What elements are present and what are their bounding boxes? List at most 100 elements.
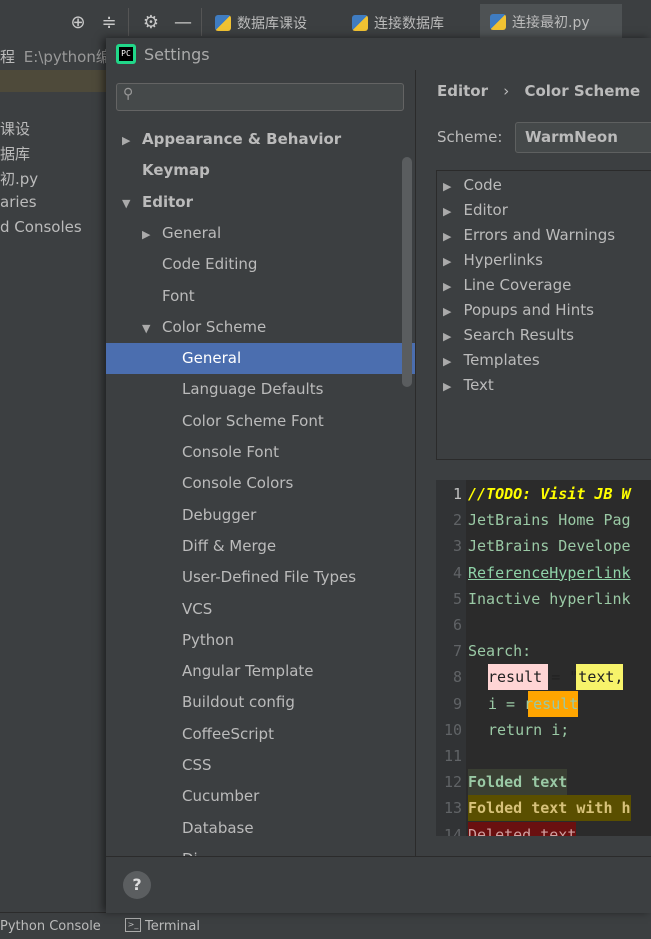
tree-item-label: User-Defined File Types bbox=[182, 568, 357, 587]
line-number: 8 bbox=[452, 668, 462, 687]
dialog-title: Settings bbox=[144, 44, 210, 64]
scheme-category-item[interactable]: ▶ Popups and Hints bbox=[443, 298, 594, 323]
tree-scrollbar[interactable] bbox=[402, 157, 412, 387]
tree-item[interactable]: Language Defaults bbox=[106, 374, 415, 405]
expand-down-icon[interactable]: ▼ bbox=[142, 313, 158, 344]
scheme-category-list: ▶ Code ▶ Editor ▶ Errors and Warnings ▶ Hyperli… bbox=[436, 170, 651, 460]
expand-down-icon[interactable]: ▼ bbox=[122, 188, 138, 219]
scheme-category-label: Search Results bbox=[463, 326, 574, 344]
line-number: 2 bbox=[452, 511, 462, 530]
editor-tab[interactable]: 数据库课设 bbox=[205, 4, 340, 42]
gear-icon[interactable]: ⚙ bbox=[140, 12, 162, 34]
project-item[interactable]: 初.py bbox=[0, 168, 38, 189]
crosshair-icon[interactable]: ⊕ bbox=[67, 12, 89, 34]
scheme-category-label: Templates bbox=[463, 351, 540, 369]
tree-item[interactable]: Debugger bbox=[106, 500, 415, 531]
expand-right-icon[interactable]: ▶ bbox=[443, 205, 451, 218]
line-number: 10 bbox=[443, 720, 462, 739]
toolbar-separator bbox=[128, 8, 129, 36]
tree-item[interactable]: ▶ Appearance & Behavior bbox=[106, 124, 415, 155]
scheme-category-item[interactable]: ▶ Line Coverage bbox=[443, 273, 571, 298]
breadcrumb-item[interactable]: Color Scheme bbox=[524, 82, 640, 100]
tree-item[interactable]: Python bbox=[106, 625, 415, 656]
tree-item[interactable]: Database bbox=[106, 813, 415, 844]
tree-item-label: Code Editing bbox=[162, 255, 258, 274]
preview-code-line: //TODO: Visit JB W bbox=[468, 485, 631, 503]
project-path-prefix: 程 bbox=[0, 48, 16, 66]
minimize-icon[interactable]: — bbox=[172, 12, 194, 34]
expand-right-icon[interactable]: ▶ bbox=[443, 355, 451, 368]
settings-search-input[interactable]: ⚲ bbox=[116, 83, 404, 111]
preview-code-line: Folded text bbox=[468, 769, 568, 796]
settings-dialog: PC Settings ⚲ ▶ Appearance & Behavior Keym… bbox=[106, 38, 651, 913]
tab-label: 数据库课设 bbox=[237, 16, 307, 32]
expand-right-icon[interactable]: ▶ bbox=[443, 380, 451, 393]
expand-right-icon[interactable]: ▶ bbox=[443, 280, 451, 293]
line-number-gutter: 1 2 3 4 5 6 7 8 9 10 11 12 13 14 bbox=[436, 480, 466, 836]
scheme-category-item[interactable]: ▶ Text bbox=[443, 373, 494, 398]
tree-item[interactable]: Console Colors bbox=[106, 468, 415, 499]
project-item[interactable]: aries bbox=[0, 193, 37, 211]
tree-item[interactable]: Font bbox=[106, 281, 415, 312]
pycharm-logo-icon: PC bbox=[116, 44, 136, 64]
tree-item[interactable]: Buildout config bbox=[106, 687, 415, 718]
tree-item-label: Console Colors bbox=[182, 474, 294, 493]
line-number: 13 bbox=[443, 799, 462, 818]
tree-item[interactable]: Code Editing bbox=[106, 249, 415, 280]
scheme-category-item[interactable]: ▶ Templates bbox=[443, 348, 540, 373]
tree-item[interactable]: ▶ General bbox=[106, 218, 415, 249]
line-number: 11 bbox=[443, 747, 462, 765]
dialog-titlebar[interactable]: PC Settings bbox=[106, 38, 651, 70]
editor-tab-active[interactable]: 连接最初.py bbox=[480, 4, 622, 42]
tree-item-label: Appearance & Behavior bbox=[142, 130, 342, 148]
expand-right-icon[interactable]: ▶ bbox=[443, 180, 451, 193]
collapse-icon[interactable]: ≑ bbox=[98, 12, 120, 34]
expand-right-icon[interactable]: ▶ bbox=[443, 255, 451, 268]
tree-item[interactable]: Cucumber bbox=[106, 781, 415, 812]
tree-item[interactable]: Diff & Merge bbox=[106, 531, 415, 562]
line-number: 14 bbox=[443, 825, 462, 836]
terminal-tab[interactable]: Terminal bbox=[145, 919, 200, 934]
tree-item[interactable]: Angular Template bbox=[106, 656, 415, 687]
expand-right-icon[interactable]: ▶ bbox=[443, 230, 451, 243]
project-item[interactable]: d Consoles bbox=[0, 218, 82, 236]
project-item[interactable]: 据库 bbox=[0, 143, 30, 164]
breadcrumb-item[interactable]: Editor bbox=[437, 82, 488, 100]
tree-item[interactable]: CSS bbox=[106, 750, 415, 781]
scheme-category-label: Line Coverage bbox=[463, 276, 572, 294]
preview-code-line: Search: bbox=[468, 642, 532, 661]
scheme-category-item[interactable]: ▶ Hyperlinks bbox=[443, 248, 543, 273]
scheme-dropdown[interactable]: WarmNeon bbox=[515, 122, 651, 153]
tree-item[interactable]: User-Defined File Types bbox=[106, 562, 415, 593]
tree-item[interactable]: Console Font bbox=[106, 437, 415, 468]
scheme-category-item[interactable]: ▶ Errors and Warnings bbox=[443, 223, 615, 248]
tree-item[interactable]: General bbox=[106, 343, 415, 375]
project-row-highlight bbox=[0, 70, 107, 92]
line-number: 12 bbox=[443, 773, 462, 792]
preview-code-line: i = result bbox=[488, 690, 579, 717]
tree-item[interactable]: ▼ Color Scheme bbox=[106, 312, 415, 343]
expand-right-icon[interactable]: ▶ bbox=[142, 219, 158, 250]
scheme-category-item[interactable]: ▶ Editor bbox=[443, 198, 508, 223]
tree-item[interactable]: VCS bbox=[106, 594, 415, 625]
expand-right-icon[interactable]: ▶ bbox=[122, 125, 138, 156]
tree-item[interactable]: Color Scheme Font bbox=[106, 406, 415, 437]
python-console-tab[interactable]: Python Console bbox=[0, 919, 101, 934]
help-button[interactable]: ? bbox=[123, 871, 151, 899]
editor-tab[interactable]: 连接数据库 bbox=[342, 4, 477, 42]
expand-right-icon[interactable]: ▶ bbox=[443, 305, 451, 318]
preview-code-line: JetBrains Home Pag bbox=[468, 511, 631, 530]
tree-item[interactable]: CoffeeScript bbox=[106, 719, 415, 750]
preview-code-line: Deleted text bbox=[468, 821, 577, 836]
scheme-category-item[interactable]: ▶ Search Results bbox=[443, 323, 574, 348]
scheme-category-item[interactable]: ▶ Code bbox=[443, 173, 502, 198]
project-item[interactable]: 课设 bbox=[0, 118, 30, 139]
color-scheme-pane: Editor › Color Scheme › Scheme: WarmNeon… bbox=[415, 70, 651, 856]
tree-item-label: Editor bbox=[142, 192, 193, 211]
tree-item[interactable]: Keymap bbox=[106, 155, 415, 186]
scheme-label: Scheme: bbox=[437, 128, 503, 146]
tree-item[interactable]: Di... bbox=[106, 844, 415, 856]
expand-right-icon[interactable]: ▶ bbox=[443, 330, 451, 343]
tree-item-label: CSS bbox=[182, 756, 212, 774]
tree-item[interactable]: ▼ Editor bbox=[106, 187, 415, 218]
